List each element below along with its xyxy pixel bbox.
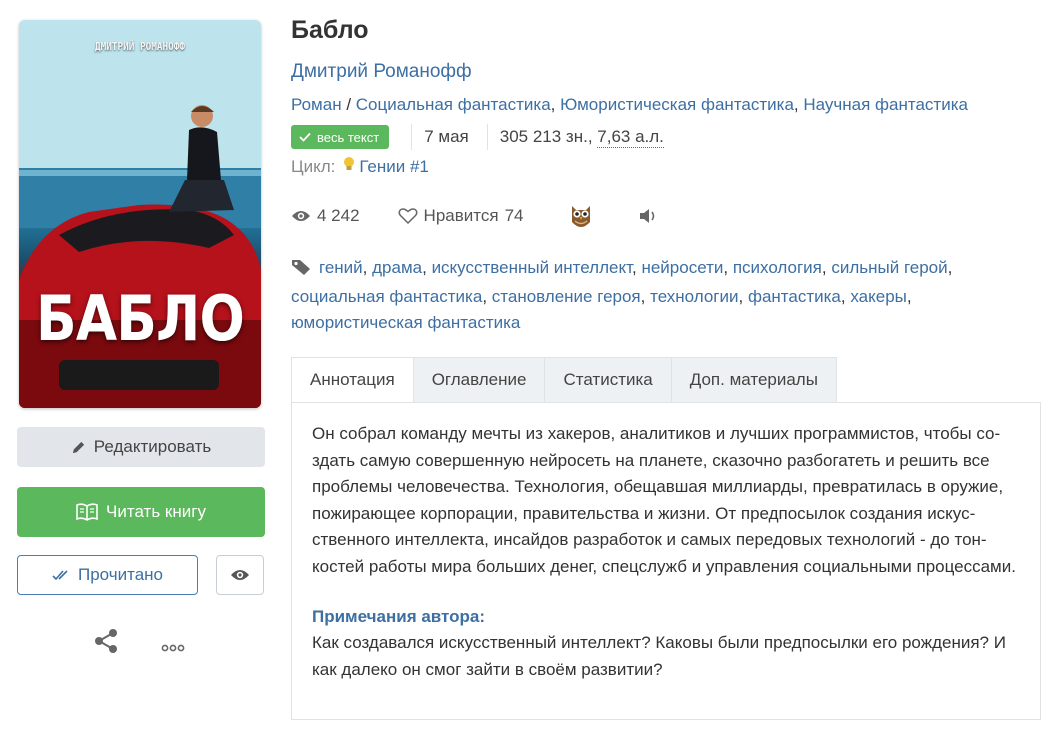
views-counter: 4 242 bbox=[291, 206, 360, 226]
edit-button-label: Редактировать bbox=[93, 437, 212, 456]
more-icon[interactable] bbox=[161, 636, 185, 657]
speaker-icon[interactable] bbox=[639, 208, 659, 224]
genre-link[interactable]: Юмористическая фантастика bbox=[560, 95, 794, 114]
tab-contents[interactable]: Оглавление bbox=[413, 357, 546, 403]
tag-link[interactable]: гений bbox=[319, 258, 363, 277]
tag-link[interactable]: искусственный интеллект bbox=[432, 258, 632, 277]
genre-list: Роман / Социальная фантастика, Юмористич… bbox=[291, 95, 968, 114]
like-button[interactable]: Нравится 74 bbox=[398, 206, 524, 226]
publish-date: 7 мая bbox=[424, 127, 469, 146]
like-label: Нравится bbox=[423, 206, 499, 225]
tag-link[interactable]: нейросети bbox=[641, 258, 723, 277]
author-link[interactable]: Дмитрий Романофф bbox=[291, 61, 472, 83]
like-count: 74 bbox=[504, 206, 524, 225]
book-cover[interactable]: ДМИТРИЙ РОМАНОФФ БАБЛО bbox=[19, 20, 261, 408]
heart-icon bbox=[398, 207, 418, 225]
tag-icon bbox=[291, 257, 313, 284]
status-badge-label: весь текст bbox=[317, 129, 380, 145]
follow-eye-button[interactable] bbox=[216, 555, 264, 595]
book-icon bbox=[76, 503, 98, 521]
read-book-button[interactable]: Читать книгу bbox=[17, 487, 265, 537]
cover-title-text: БАБЛО bbox=[36, 282, 245, 355]
status-badge: весь текст bbox=[291, 125, 390, 149]
tag-link[interactable]: психология bbox=[733, 258, 822, 277]
tab-extra-materials[interactable]: Доп. материалы bbox=[671, 357, 837, 403]
double-check-icon bbox=[52, 569, 70, 581]
tab-annotation[interactable]: Аннотация bbox=[291, 357, 414, 403]
edit-button[interactable]: Редактировать bbox=[17, 427, 265, 467]
series-label: Цикл: bbox=[291, 156, 336, 176]
book-size-sheets[interactable]: 7,63 а.л. bbox=[597, 127, 664, 148]
annotation-text: Он собрал команду мечты из хакеров, анал… bbox=[312, 424, 1016, 576]
stats-row: 4 242 Нравится 74 bbox=[291, 203, 659, 229]
series-link[interactable]: Гении #1 bbox=[359, 157, 429, 177]
share-icon[interactable] bbox=[92, 627, 120, 660]
cover-author-text: ДМИТРИЙ РОМАНОФФ bbox=[94, 40, 186, 53]
tag-link[interactable]: хакеры bbox=[850, 287, 907, 306]
tag-link[interactable]: социальная фантастика bbox=[291, 287, 482, 306]
eye-icon bbox=[291, 209, 311, 223]
tag-link[interactable]: технологии bbox=[650, 287, 738, 306]
tab-statistics[interactable]: Статистика bbox=[545, 357, 672, 403]
tab-bar: Аннотация Оглавление Статистика Доп. мат… bbox=[291, 357, 837, 403]
tag-link[interactable]: сильный герой bbox=[831, 258, 947, 277]
mark-read-button[interactable]: Прочитано bbox=[17, 555, 198, 595]
genre-link[interactable]: Научная фантастика bbox=[803, 95, 968, 114]
pencil-icon bbox=[71, 440, 86, 455]
book-meta: весь текст 7 мая 305 213 зн., 7,63 а.л. bbox=[291, 124, 664, 150]
tag-link[interactable]: юмористическая фантастика bbox=[291, 313, 520, 332]
eye-icon bbox=[230, 568, 250, 582]
tab-panel: Он собрал команду мечты из хакеров, анал… bbox=[291, 402, 1041, 720]
owl-icon[interactable] bbox=[569, 202, 593, 230]
genre-link[interactable]: Социальная фантастика bbox=[356, 95, 551, 114]
mark-read-label: Прочитано bbox=[78, 565, 163, 584]
read-book-label: Читать книгу bbox=[106, 502, 206, 521]
check-icon bbox=[299, 132, 311, 142]
genre-prefix-link[interactable]: Роман bbox=[291, 95, 342, 114]
tag-link[interactable]: становление героя bbox=[492, 287, 641, 306]
tag-list: гений, драма, искусственный интеллект, н… bbox=[291, 257, 953, 332]
bulb-icon bbox=[343, 156, 355, 177]
genre-separator: / bbox=[346, 95, 356, 114]
tag-link[interactable]: драма bbox=[372, 258, 422, 277]
book-title: Бабло bbox=[291, 16, 369, 44]
book-size-chars: 305 213 зн., bbox=[499, 127, 598, 146]
views-count: 4 242 bbox=[317, 206, 360, 225]
tag-link[interactable]: фантастика bbox=[748, 287, 841, 306]
series-info: Цикл: Гении #1 bbox=[291, 156, 429, 177]
author-notes-title: Примечания автора: bbox=[312, 607, 486, 626]
author-notes-text: Как создавался искусственный интеллект? … bbox=[312, 633, 1006, 679]
